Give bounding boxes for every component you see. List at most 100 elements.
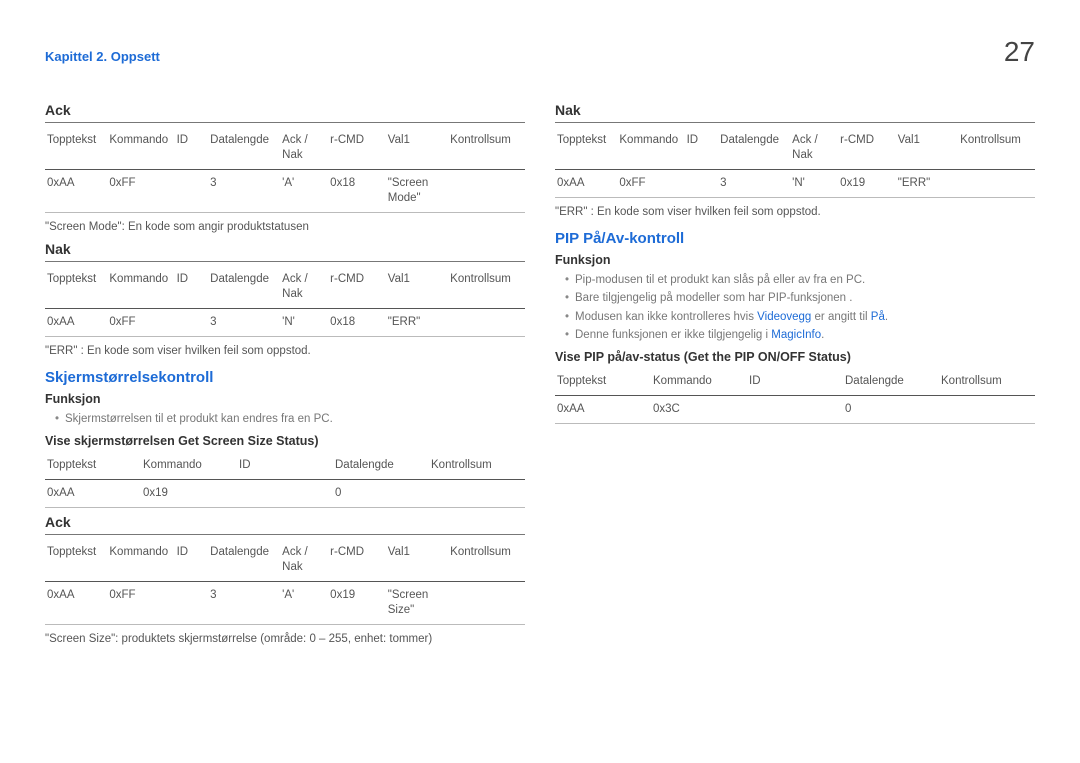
page: Kapittel 2. Oppsett 27 Ack Topptekst Kom… bbox=[0, 0, 1080, 763]
cell: 3 bbox=[208, 308, 280, 336]
th-kontrollsum: Kontrollsum bbox=[448, 539, 525, 581]
th-topptekst: Topptekst bbox=[45, 539, 107, 581]
th-val1: Val1 bbox=[896, 127, 958, 169]
ack-heading: Ack bbox=[45, 102, 525, 123]
nak-note: "ERR" : En kode som viser hvilken feil s… bbox=[45, 343, 525, 359]
table-row: 0xAA 0xFF 3 'A' 0x19 "Screen Size" bbox=[45, 581, 525, 624]
table-row: 0xAA 0xFF 3 'A' 0x18 "Screen Mode" bbox=[45, 169, 525, 212]
th-rcmd: r-CMD bbox=[328, 127, 386, 169]
th-val1: Val1 bbox=[386, 127, 448, 169]
list-item: Denne funksjonen er ikke tilgjengelig i … bbox=[565, 326, 1035, 344]
page-header: Kapittel 2. Oppsett 27 bbox=[45, 36, 1035, 68]
th-topptekst: Topptekst bbox=[555, 127, 617, 169]
cell: 0x19 bbox=[838, 169, 896, 197]
link-videovegg[interactable]: Videovegg bbox=[757, 311, 811, 323]
th-kommando: Kommando bbox=[617, 127, 684, 169]
cell: "Screen Mode" bbox=[386, 169, 448, 212]
th-acknak: Ack / Nak bbox=[280, 127, 328, 169]
th-id: ID bbox=[237, 452, 333, 479]
vise-table: Topptekst Kommando ID Datalengde Kontrol… bbox=[45, 452, 525, 508]
cell bbox=[747, 396, 843, 424]
th-kommando: Kommando bbox=[107, 539, 174, 581]
nak-table: Topptekst Kommando ID Datalengde Ack / N… bbox=[45, 266, 525, 337]
th-rcmd: r-CMD bbox=[328, 266, 386, 308]
cell: 3 bbox=[208, 169, 280, 212]
table-row: 0xAA 0xFF 3 'N' 0x18 "ERR" bbox=[45, 308, 525, 336]
cell: 0xAA bbox=[45, 480, 141, 508]
th-val1: Val1 bbox=[386, 266, 448, 308]
link-paa[interactable]: På bbox=[871, 311, 885, 323]
cell: 0xFF bbox=[617, 169, 684, 197]
ack2-note: "Screen Size": produktets skjermstørrels… bbox=[45, 631, 525, 647]
th-kontrollsum: Kontrollsum bbox=[429, 452, 525, 479]
th-kommando: Kommando bbox=[141, 452, 237, 479]
cell: 0xFF bbox=[107, 581, 174, 624]
funksjon-heading: Funksjon bbox=[45, 392, 525, 406]
cell bbox=[175, 169, 209, 212]
cell bbox=[237, 480, 333, 508]
th-datalengde: Datalengde bbox=[718, 127, 790, 169]
th-topptekst: Topptekst bbox=[555, 368, 651, 395]
th-id: ID bbox=[175, 539, 209, 581]
th-datalengde: Datalengde bbox=[208, 266, 280, 308]
cell bbox=[429, 480, 525, 508]
cell: 0x19 bbox=[141, 480, 237, 508]
cell: 0 bbox=[843, 396, 939, 424]
th-topptekst: Topptekst bbox=[45, 452, 141, 479]
ack2-heading: Ack bbox=[45, 514, 525, 535]
th-id: ID bbox=[747, 368, 843, 395]
text: Modusen kan ikke kontrolleres hvis bbox=[575, 311, 757, 323]
text: . bbox=[821, 329, 824, 341]
vise-pip-table: Topptekst Kommando ID Datalengde Kontrol… bbox=[555, 368, 1035, 424]
nak-heading: Nak bbox=[45, 241, 525, 262]
cell: 0x18 bbox=[328, 308, 386, 336]
cell: 0 bbox=[333, 480, 429, 508]
funksjon-list: Skjermstørrelsen til et produkt kan endr… bbox=[45, 410, 525, 428]
screensize-heading: Skjermstørrelsekontroll bbox=[45, 369, 525, 386]
list-item: Pip-modusen til et produkt kan slås på e… bbox=[565, 271, 1035, 289]
th-topptekst: Topptekst bbox=[45, 266, 107, 308]
cell: 'N' bbox=[790, 169, 838, 197]
list-item: Skjermstørrelsen til et produkt kan endr… bbox=[55, 410, 525, 428]
th-datalengde: Datalengde bbox=[333, 452, 429, 479]
ack-note: "Screen Mode": En kode som angir produkt… bbox=[45, 219, 525, 235]
th-kommando: Kommando bbox=[107, 127, 174, 169]
cell: 3 bbox=[718, 169, 790, 197]
cell bbox=[685, 169, 719, 197]
cell bbox=[175, 308, 209, 336]
th-datalengde: Datalengde bbox=[208, 127, 280, 169]
cell: "ERR" bbox=[896, 169, 958, 197]
funksjon2-heading: Funksjon bbox=[555, 253, 1035, 267]
nak2-heading: Nak bbox=[555, 102, 1035, 123]
nak2-note: "ERR" : En kode som viser hvilken feil s… bbox=[555, 204, 1035, 220]
th-id: ID bbox=[685, 127, 719, 169]
cell: 'A' bbox=[280, 581, 328, 624]
list-item: Modusen kan ikke kontrolleres hvis Video… bbox=[565, 308, 1035, 326]
link-magicinfo[interactable]: MagicInfo bbox=[771, 329, 821, 341]
cell bbox=[958, 169, 1035, 197]
th-kommando: Kommando bbox=[651, 368, 747, 395]
ack2-table: Topptekst Kommando ID Datalengde Ack / N… bbox=[45, 539, 525, 625]
cell: 0x3C bbox=[651, 396, 747, 424]
content-columns: Ack Topptekst Kommando ID Datalengde Ack… bbox=[45, 96, 1035, 653]
th-acknak: Ack / Nak bbox=[280, 266, 328, 308]
cell: 0xAA bbox=[555, 169, 617, 197]
cell: 3 bbox=[208, 581, 280, 624]
vise-heading: Vise skjermstørrelsen Get Screen Size St… bbox=[45, 434, 525, 448]
chapter-label: Kapittel 2. Oppsett bbox=[45, 49, 160, 64]
left-column: Ack Topptekst Kommando ID Datalengde Ack… bbox=[45, 96, 525, 653]
cell bbox=[939, 396, 1035, 424]
cell: 0xAA bbox=[45, 581, 107, 624]
table-row: 0xAA 0x19 0 bbox=[45, 480, 525, 508]
th-id: ID bbox=[175, 127, 209, 169]
cell bbox=[448, 308, 525, 336]
th-kontrollsum: Kontrollsum bbox=[448, 266, 525, 308]
cell: "Screen Size" bbox=[386, 581, 448, 624]
nak2-table: Topptekst Kommando ID Datalengde Ack / N… bbox=[555, 127, 1035, 198]
cell: 0xAA bbox=[555, 396, 651, 424]
th-kommando: Kommando bbox=[107, 266, 174, 308]
cell bbox=[448, 581, 525, 624]
funksjon2-list: Pip-modusen til et produkt kan slås på e… bbox=[555, 271, 1035, 345]
th-rcmd: r-CMD bbox=[838, 127, 896, 169]
cell bbox=[175, 581, 209, 624]
